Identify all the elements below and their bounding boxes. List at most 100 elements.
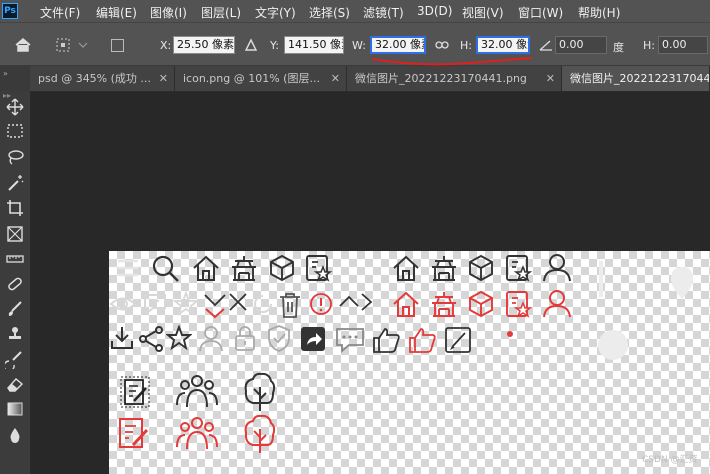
menu-help[interactable]: 帮助(H) xyxy=(578,4,620,21)
home-red-icon xyxy=(393,291,419,317)
panel-collapse-icon[interactable]: » xyxy=(3,69,8,78)
share-box-icon xyxy=(301,327,325,351)
document-red-icon xyxy=(119,418,149,448)
group-icon xyxy=(176,375,218,408)
tab-icon-png[interactable]: icon.png @ 101% (图层... ✕ xyxy=(175,66,347,91)
tab-label: 微信图片_2022122317044 xyxy=(570,72,710,85)
w-label: W: xyxy=(352,39,366,52)
tree-red-icon xyxy=(244,414,276,453)
lock-icon xyxy=(235,326,255,351)
move-icon[interactable] xyxy=(5,97,25,117)
home-icon[interactable] xyxy=(14,36,32,54)
user-red-icon xyxy=(543,290,571,318)
chevron-down-red-icon xyxy=(204,294,226,319)
angle-icon xyxy=(539,40,552,51)
menu-image[interactable]: 图像(I) xyxy=(150,4,187,21)
relative-position-icon[interactable] xyxy=(244,38,258,52)
tab-label: icon.png @ 101% (图层... xyxy=(183,72,320,85)
brush-icon[interactable] xyxy=(5,299,25,319)
frame-icon[interactable] xyxy=(5,224,25,244)
angle-field[interactable]: 0.00 xyxy=(555,36,607,54)
close-icon[interactable]: ✕ xyxy=(159,66,168,91)
menu-filter[interactable]: 滤镜(T) xyxy=(363,4,404,21)
faint-line-icon xyxy=(599,261,603,297)
eye-icon xyxy=(109,297,137,311)
tab-wechat-1[interactable]: 微信图片_20221223170441.png ✕ xyxy=(347,66,562,91)
angle-unit: 度 xyxy=(613,41,624,54)
menu-view[interactable]: 视图(V) xyxy=(462,4,504,21)
hskew-label: H: xyxy=(643,39,655,52)
temple-icon xyxy=(432,256,456,281)
photoshop-logo: Ps xyxy=(2,3,18,19)
y-field[interactable]: 141.50 像素 xyxy=(284,36,344,54)
reference-point-icon[interactable] xyxy=(55,36,89,54)
badge-star-icon xyxy=(306,255,333,282)
thumbs-up-red-icon xyxy=(409,328,436,353)
link-icon[interactable] xyxy=(435,40,449,50)
shield-icon xyxy=(268,325,290,352)
cube-icon xyxy=(469,254,493,282)
close-icon[interactable]: ✕ xyxy=(331,66,340,91)
tab-psd[interactable]: psd @ 345% (成功 ... ✕ xyxy=(30,66,175,91)
temple-icon xyxy=(232,256,256,281)
chat-icon xyxy=(144,294,166,316)
close-icon xyxy=(229,293,247,311)
badge-star-icon xyxy=(506,255,533,282)
options-bar: X: 25.50 像素 Y: 141.50 像素 W: 32.00 像素 H: … xyxy=(0,22,710,66)
trash-icon xyxy=(280,293,300,318)
tab-label: psd @ 345% (成功 ... xyxy=(38,72,151,85)
blur-icon[interactable] xyxy=(5,425,25,445)
user-gray-icon xyxy=(199,326,223,352)
close-icon[interactable]: ✕ xyxy=(546,66,555,91)
user-icon xyxy=(543,254,571,282)
search-icon xyxy=(152,255,179,282)
red-dot-icon xyxy=(507,331,513,337)
healing-icon[interactable] xyxy=(5,274,25,294)
tools-panel: ▸▸ xyxy=(0,91,31,474)
menu-file[interactable]: 文件(F) xyxy=(40,4,80,21)
menu-type[interactable]: 文字(Y) xyxy=(255,4,296,21)
menu-select[interactable]: 选择(S) xyxy=(309,4,350,21)
chevron-right-icon xyxy=(361,293,373,311)
refresh-icon xyxy=(254,295,272,313)
home-icon xyxy=(193,255,219,281)
hskew-field[interactable]: 0.00 xyxy=(658,36,708,54)
menu-3d[interactable]: 3D(D) xyxy=(417,4,452,18)
menu-window[interactable]: 窗口(W) xyxy=(518,4,563,21)
cube-red-icon xyxy=(469,290,493,318)
selected-document-icon[interactable] xyxy=(119,375,151,409)
star-outline-icon xyxy=(173,291,199,317)
tree-icon xyxy=(244,372,276,411)
menu-edit[interactable]: 编辑(E) xyxy=(96,4,137,21)
tab-label: 微信图片_20221223170441.png xyxy=(355,72,527,85)
x-label: X: xyxy=(160,39,172,52)
download-icon xyxy=(111,327,133,349)
h-field[interactable]: 32.00 像素 xyxy=(476,36,530,54)
menu-layer[interactable]: 图层(L) xyxy=(201,4,241,21)
w-field[interactable]: 32.00 像素 xyxy=(370,36,426,54)
cube-icon xyxy=(270,254,294,282)
tab-wechat-2[interactable]: 微信图片_2022122317044 xyxy=(562,66,710,91)
faint-pin-icon xyxy=(671,267,693,299)
star-icon xyxy=(166,325,192,351)
crop-icon[interactable] xyxy=(5,198,25,218)
lasso-icon[interactable] xyxy=(5,147,25,167)
history-brush-icon[interactable] xyxy=(5,349,25,369)
magic-wand-icon[interactable] xyxy=(5,173,25,193)
document-canvas[interactable] xyxy=(109,251,710,474)
edit-box-icon xyxy=(445,327,471,353)
reference-checkbox[interactable] xyxy=(111,39,124,52)
badge-star-red-icon xyxy=(506,291,533,318)
warning-circle-icon xyxy=(310,293,332,315)
menu-icon xyxy=(118,259,138,277)
group-red-icon xyxy=(176,417,218,450)
marquee-icon[interactable] xyxy=(5,121,25,141)
eraser-icon[interactable] xyxy=(5,374,25,394)
ruler-icon[interactable] xyxy=(5,249,25,269)
gradient-icon[interactable] xyxy=(5,399,25,419)
home-icon xyxy=(393,255,419,281)
watermark: CSDN @汇资 xyxy=(642,455,698,465)
stamp-icon[interactable] xyxy=(5,324,25,344)
share-icon xyxy=(139,326,163,352)
x-field[interactable]: 25.50 像素 xyxy=(173,36,235,54)
